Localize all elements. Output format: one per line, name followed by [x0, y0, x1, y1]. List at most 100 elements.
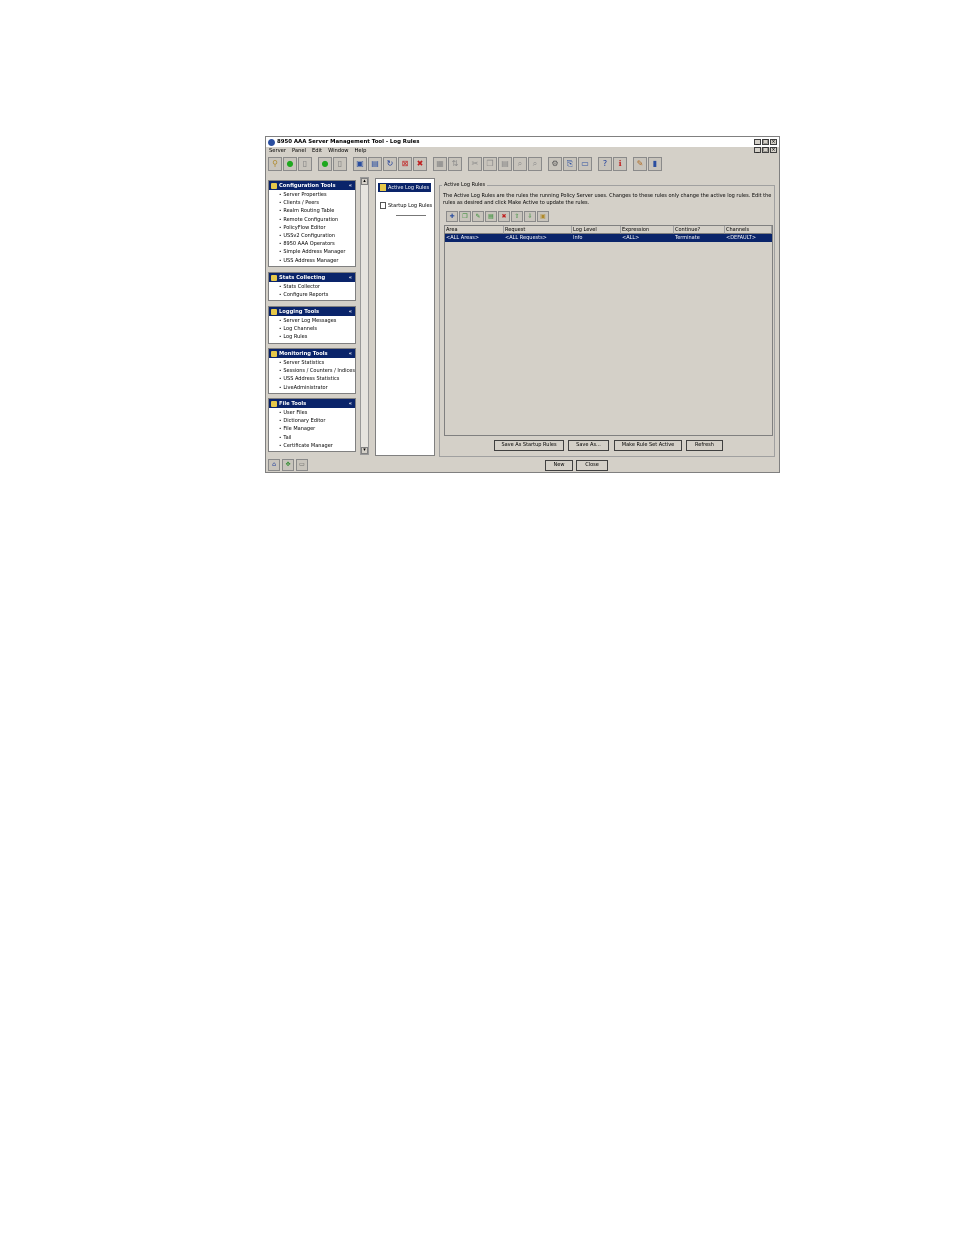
minimize-button[interactable]: _	[754, 139, 761, 145]
delete-icon[interactable]: ✖	[413, 157, 427, 171]
tools-icon[interactable]: ✎	[633, 157, 647, 171]
panel-close-button[interactable]: ×	[770, 147, 777, 153]
nav-item-live-admin[interactable]: LiveAdministrator	[279, 384, 355, 392]
nav-item-ussv2[interactable]: USSv2 Configuration	[279, 232, 355, 240]
nav-header-stats[interactable]: Stats Collecting «	[269, 273, 355, 282]
nav-item-sessions[interactable]: Sessions / Counters / Indices	[279, 367, 355, 375]
find-next-icon[interactable]: ⌕	[528, 157, 542, 171]
nav-item-configure-reports[interactable]: Configure Reports	[279, 291, 355, 299]
nav-item-operators[interactable]: 8950 AAA Operators	[279, 240, 355, 248]
collapse-icon[interactable]: «	[349, 309, 352, 315]
nav-item-certificate-manager[interactable]: Certificate Manager	[279, 442, 355, 450]
panel-minimize-button[interactable]: _	[754, 147, 761, 153]
nav-item-policyflow[interactable]: PolicyFlow Editor	[279, 224, 355, 232]
info-icon[interactable]: ℹ	[613, 157, 627, 171]
menu-edit[interactable]: Edit	[309, 148, 325, 154]
page-icon[interactable]: ▯	[333, 157, 347, 171]
nav-item-simple-address[interactable]: Simple Address Manager	[279, 248, 355, 256]
add-rule-icon[interactable]: ✚	[446, 211, 458, 222]
paste-icon[interactable]: ▤	[498, 157, 512, 171]
scroll-up-icon[interactable]: ▴	[361, 178, 368, 185]
nav-header-configuration[interactable]: Configuration Tools «	[269, 181, 355, 190]
home-icon[interactable]: ⌂	[268, 459, 280, 471]
col-expression[interactable]: Expression	[621, 226, 674, 234]
nav-item-server-statistics[interactable]: Server Statistics	[279, 359, 355, 367]
nav-item-tail[interactable]: Tail	[279, 434, 355, 442]
menu-window[interactable]: Window	[325, 148, 351, 154]
database-icon[interactable]: ▮	[648, 157, 662, 171]
panel-description: The Active Log Rules are the rules the r…	[443, 193, 772, 206]
col-request[interactable]: Request	[504, 226, 572, 234]
menu-help[interactable]: Help	[352, 148, 370, 154]
nav-section-file-tools: File Tools « User Files Dictionary Edito…	[268, 398, 356, 452]
nav-item-server-log-messages[interactable]: Server Log Messages	[279, 317, 355, 325]
scroll-down-icon[interactable]: ▾	[361, 447, 368, 454]
save-startup-rules-button[interactable]: Save As Startup Rules	[494, 440, 564, 451]
copy-icon[interactable]: ❐	[483, 157, 497, 171]
settings-icon[interactable]: ⚙	[548, 157, 562, 171]
nav-item-server-properties[interactable]: Server Properties	[279, 191, 355, 199]
nav-item-log-channels[interactable]: Log Channels	[279, 325, 355, 333]
sync-icon[interactable]: ⇅	[448, 157, 462, 171]
make-active-button[interactable]: Make Rule Set Active	[614, 440, 682, 451]
close-button[interactable]: Close	[576, 460, 608, 471]
new-button[interactable]: New	[545, 460, 573, 471]
nav-item-uss-address[interactable]: USS Address Manager	[279, 257, 355, 265]
nav-item-realm-routing[interactable]: Realm Routing Table	[279, 207, 355, 215]
col-log-level[interactable]: Log Level	[572, 226, 621, 234]
close-window-button[interactable]: ×	[770, 139, 777, 145]
col-area[interactable]: Area	[445, 226, 504, 234]
save-as-button[interactable]: Save As...	[568, 440, 609, 451]
collapse-icon[interactable]: «	[349, 275, 352, 281]
nav-item-stats-collector[interactable]: Stats Collector	[279, 283, 355, 291]
refresh-icon[interactable]: ↻	[383, 157, 397, 171]
nav-scrollbar[interactable]: ▴ ▾	[360, 177, 369, 455]
nav-header-file-tools[interactable]: File Tools «	[269, 399, 355, 408]
export-icon[interactable]: ⎘	[563, 157, 577, 171]
collapse-icon[interactable]: «	[349, 351, 352, 357]
nav-header-monitoring[interactable]: Monitoring Tools «	[269, 349, 355, 358]
nav-item-file-manager[interactable]: File Manager	[279, 425, 355, 433]
col-channels[interactable]: Channels	[725, 226, 772, 234]
print-icon[interactable]: ▦	[433, 157, 447, 171]
maximize-button[interactable]: □	[762, 139, 769, 145]
nav-header-logging[interactable]: Logging Tools «	[269, 307, 355, 316]
monitoring-icon	[271, 350, 277, 357]
tree-item-startup-log-rules[interactable]: Startup Log Rules	[378, 201, 434, 210]
col-continue[interactable]: Continue?	[674, 226, 725, 234]
collapse-icon[interactable]: «	[349, 183, 352, 189]
save-icon[interactable]: ▣	[353, 157, 367, 171]
save-as-icon[interactable]: ▤	[368, 157, 382, 171]
panel-restore-button[interactable]: □	[762, 147, 769, 153]
collapse-icon[interactable]: «	[349, 401, 352, 407]
green-light-icon[interactable]: ●	[318, 157, 332, 171]
monitor-icon[interactable]: ▭	[578, 157, 592, 171]
refresh-button[interactable]: Refresh	[686, 440, 723, 451]
green-light-icon[interactable]: ●	[283, 157, 297, 171]
close-panel-icon[interactable]: ⊠	[398, 157, 412, 171]
window-icon[interactable]: ▭	[296, 459, 308, 471]
find-icon[interactable]: ⌕	[513, 157, 527, 171]
move-up-icon[interactable]: ⇧	[511, 211, 523, 222]
copy-rule-icon[interactable]: ❐	[459, 211, 471, 222]
nav-item-log-rules[interactable]: Log Rules	[279, 333, 355, 341]
nav-item-remote-config[interactable]: Remote Configuration	[279, 216, 355, 224]
properties-icon[interactable]: ▤	[485, 211, 497, 222]
connect-icon[interactable]: ⚲	[268, 157, 282, 171]
page-icon[interactable]: ▯	[298, 157, 312, 171]
move-icon[interactable]: ✥	[282, 459, 294, 471]
filter-icon[interactable]: ▣	[537, 211, 549, 222]
nav-item-uss-address-stats[interactable]: USS Address Statistics	[279, 375, 355, 383]
nav-item-clients-peers[interactable]: Clients / Peers	[279, 199, 355, 207]
help-icon[interactable]: ?	[598, 157, 612, 171]
menu-server[interactable]: Server	[266, 148, 289, 154]
nav-item-user-files[interactable]: User Files	[279, 409, 355, 417]
menu-panel[interactable]: Panel	[289, 148, 309, 154]
table-row[interactable]: <ALL Areas> <ALL Requests> Info <ALL> Te…	[445, 234, 772, 242]
nav-item-dictionary-editor[interactable]: Dictionary Editor	[279, 417, 355, 425]
edit-rule-icon[interactable]: ✎	[472, 211, 484, 222]
tree-item-active-log-rules[interactable]: Active Log Rules	[378, 183, 432, 192]
delete-rule-icon[interactable]: ✖	[498, 211, 510, 222]
move-down-icon[interactable]: ⇩	[524, 211, 536, 222]
cut-icon[interactable]: ✂	[468, 157, 482, 171]
